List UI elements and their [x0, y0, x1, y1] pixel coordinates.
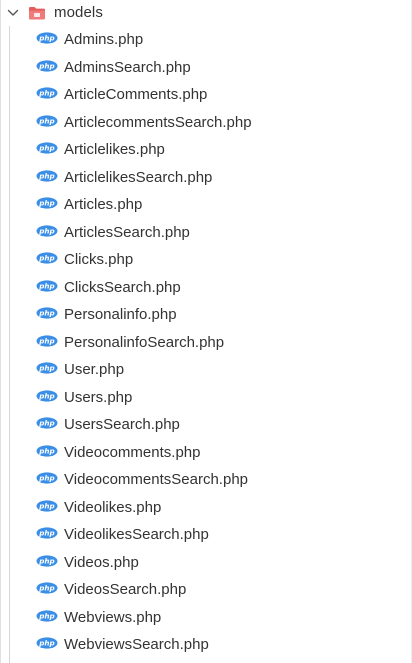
file-label: Clicks.php: [64, 251, 134, 268]
php-icon: php: [36, 472, 58, 484]
php-icon: php: [36, 114, 58, 127]
file-label: Personalinfo.php: [64, 306, 177, 323]
folder-icon: [29, 7, 45, 20]
file-label: ClicksSearch.php: [64, 278, 181, 296]
php-icon: php: [36, 87, 58, 99]
file-item[interactable]: php Articles.php: [1, 192, 412, 220]
php-icon: php: [36, 609, 58, 622]
php-icon-text: php: [38, 611, 54, 620]
file-label: AdminsSearch.php: [64, 58, 191, 76]
php-icon: php: [36, 554, 58, 567]
php-icon: php: [36, 224, 58, 237]
file-label: Videolikes.php: [64, 498, 162, 516]
php-icon-text: php: [38, 446, 54, 455]
php-icon: php: [36, 279, 58, 292]
php-icon: php: [36, 334, 58, 347]
file-label: VideosSearch.php: [64, 581, 187, 598]
file-label: Users.php: [64, 388, 133, 406]
php-icon: php: [36, 637, 58, 649]
file-item[interactable]: php VideolikesSearch.php: [1, 522, 412, 550]
php-icon: php: [36, 142, 58, 154]
php-icon-text: php: [38, 89, 54, 98]
file-label: VideocommentsSearch.php: [64, 471, 248, 488]
file-item[interactable]: php ArticlesSearch.php: [1, 220, 412, 248]
php-icon-text: php: [38, 254, 54, 263]
php-icon-text: php: [38, 34, 54, 43]
php-icon: php: [36, 59, 58, 72]
php-icon-text: php: [38, 639, 54, 648]
folder-label: models: [54, 4, 103, 21]
file-label: ArticlecommentsSearch.php: [64, 113, 252, 131]
php-icon-text: php: [38, 116, 54, 125]
php-icon-text: php: [38, 226, 54, 235]
file-item[interactable]: php VideocommentsSearch.php: [1, 467, 412, 495]
php-icon-text: php: [38, 281, 54, 290]
php-icon-text: php: [38, 171, 54, 180]
file-item[interactable]: php ArticleComments.php: [1, 82, 412, 110]
file-label: PersonalinfoSearch.php: [64, 333, 225, 351]
php-icon: php: [36, 389, 58, 402]
php-icon-text: php: [38, 144, 54, 153]
php-icon-text: php: [38, 309, 54, 318]
php-icon: php: [36, 444, 58, 457]
php-icon: php: [36, 252, 58, 264]
file-item[interactable]: php PersonalinfoSearch.php: [1, 330, 412, 358]
file-item[interactable]: php ClicksSearch.php: [1, 275, 412, 303]
php-icon-text: php: [38, 391, 54, 400]
file-label: User.php: [64, 361, 125, 378]
file-item[interactable]: php Personalinfo.php: [1, 302, 412, 330]
php-icon: php: [36, 417, 58, 429]
php-icon-text: php: [38, 584, 54, 593]
php-icon-text: php: [38, 474, 54, 483]
folder-row-models[interactable]: models: [1, 0, 412, 26]
file-label: Admins.php: [64, 31, 144, 48]
php-icon: php: [36, 499, 58, 512]
file-item[interactable]: php AdminsSearch.php: [1, 55, 412, 83]
file-item[interactable]: php ArticlelikesSearch.php: [1, 165, 412, 193]
php-icon-text: php: [38, 529, 54, 538]
php-icon: php: [36, 32, 58, 44]
file-item[interactable]: php User.php: [1, 357, 412, 385]
file-item[interactable]: php VideosSearch.php: [1, 577, 412, 605]
file-label: Videos.php: [64, 553, 139, 571]
php-icon-text: php: [38, 419, 54, 428]
php-icon: php: [36, 169, 58, 182]
php-icon: php: [36, 197, 58, 209]
file-label: ArticleComments.php: [64, 86, 208, 103]
php-icon-text: php: [38, 336, 54, 345]
file-item[interactable]: php Articlelikes.php: [1, 137, 412, 165]
file-label: ArticlesSearch.php: [64, 223, 190, 241]
php-icon-text: php: [38, 61, 54, 70]
file-item[interactable]: php Videocomments.php: [1, 440, 412, 468]
php-icon: php: [36, 362, 58, 374]
php-icon: php: [36, 307, 58, 319]
php-icon-text: php: [38, 364, 54, 373]
file-label: Videocomments.php: [64, 443, 201, 461]
php-icon-text: php: [38, 199, 54, 208]
file-label: Webviews.php: [64, 608, 162, 626]
php-icon: php: [36, 582, 58, 594]
php-icon-text: php: [38, 556, 54, 565]
file-item[interactable]: php Clicks.php: [1, 247, 412, 275]
file-item[interactable]: php Webviews.php: [1, 605, 412, 633]
file-item[interactable]: php Videolikes.php: [1, 495, 412, 523]
file-label: Articles.php: [64, 196, 143, 213]
file-label: Articlelikes.php: [64, 141, 165, 158]
file-item[interactable]: php ArticlecommentsSearch.php: [1, 110, 412, 138]
file-item[interactable]: php Users.php: [1, 385, 412, 413]
file-list: php Admins.php php AdminsSearch.php php …: [1, 27, 412, 660]
php-icon: php: [36, 527, 58, 539]
file-item[interactable]: php UsersSearch.php: [1, 412, 412, 440]
file-label: VideolikesSearch.php: [64, 526, 209, 543]
file-item[interactable]: php Videos.php: [1, 550, 412, 578]
file-label: WebviewsSearch.php: [64, 636, 209, 653]
file-explorer-tree: models php Admins.php php AdminsSearch.p…: [0, 0, 412, 663]
chevron-down-icon[interactable]: [6, 6, 20, 20]
file-label: ArticlelikesSearch.php: [64, 168, 213, 186]
file-item[interactable]: php WebviewsSearch.php: [1, 632, 412, 660]
file-label: UsersSearch.php: [64, 416, 180, 433]
php-icon-text: php: [38, 501, 54, 510]
file-item[interactable]: php Admins.php: [1, 27, 412, 55]
